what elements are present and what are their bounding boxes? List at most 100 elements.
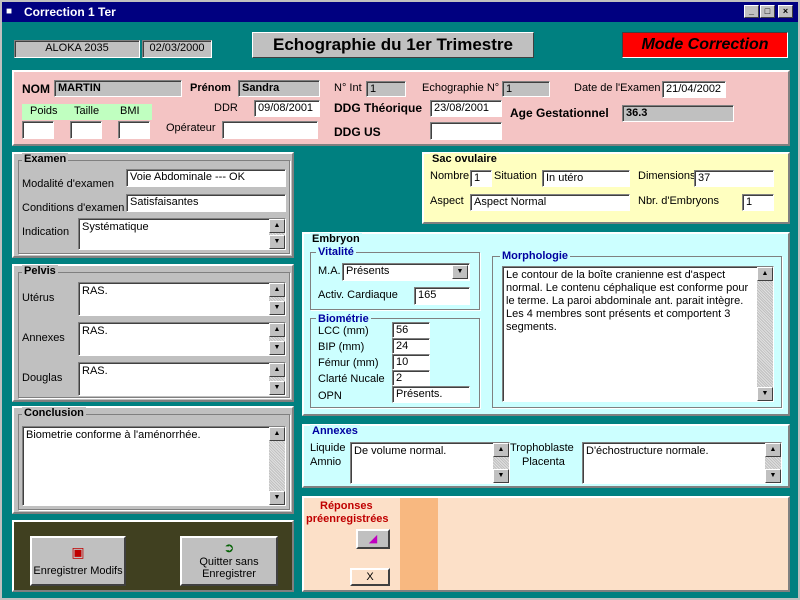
reponses-title-1: Réponses	[320, 500, 373, 512]
ddr-label: DDR	[214, 102, 238, 114]
douglas-text: RAS.	[82, 365, 108, 377]
scroll-down-icon[interactable]: ▼	[269, 235, 285, 249]
reponses-close-button[interactable]: X	[350, 568, 390, 586]
scroll-up-icon[interactable]: ▲	[269, 323, 285, 337]
exit-door-icon: ➲	[223, 540, 235, 555]
eraser-icon: ◢	[368, 533, 378, 545]
activ-label: Activ. Cardiaque	[318, 289, 398, 301]
scroll-up-icon[interactable]: ▲	[493, 443, 509, 457]
pelvis-title: Pelvis	[22, 265, 58, 277]
tropho-scrollbar[interactable]: ▲ ▼	[765, 443, 781, 483]
bip-field[interactable]: 24	[392, 338, 430, 354]
aspect-field[interactable]: Aspect Normal	[470, 194, 630, 211]
app-icon: ■	[6, 6, 13, 17]
nint-label: N° Int	[334, 82, 362, 94]
date-exam-label: Date de l'Examen	[574, 82, 661, 94]
date-exam-field[interactable]: 21/04/2002	[662, 81, 726, 98]
prenom-label: Prénom	[190, 82, 231, 94]
scroll-up-icon[interactable]: ▲	[757, 267, 773, 281]
conclusion-field[interactable]: Biometrie conforme à l'aménorrhée. ▲ ▼	[22, 426, 286, 506]
pelvis-annexes-label: Annexes	[22, 332, 65, 344]
minimize-button[interactable]: _	[744, 5, 759, 18]
nombre-field[interactable]: 1	[470, 170, 492, 187]
echo-number-field[interactable]: 1	[502, 81, 550, 97]
morphologie-scrollbar[interactable]: ▲ ▼	[757, 267, 773, 401]
ddg-us-field[interactable]	[430, 122, 502, 140]
scroll-down-icon[interactable]: ▼	[269, 341, 285, 355]
nom-field[interactable]: MARTIN	[54, 80, 182, 97]
scroll-up-icon[interactable]: ▲	[269, 219, 285, 233]
scroll-up-icon[interactable]: ▲	[269, 427, 285, 441]
reponses-list[interactable]	[440, 498, 788, 590]
modalite-field[interactable]: Voie Abdominale --- OK	[126, 169, 286, 187]
ddg-theo-field[interactable]: 23/08/2001	[430, 100, 502, 117]
nbr-embryons-label: Nbr. d'Embryons	[638, 195, 719, 207]
indication-text: Systématique	[82, 221, 149, 233]
ddg-us-label: DDG US	[334, 125, 381, 139]
indication-label: Indication	[22, 226, 70, 238]
prenom-field[interactable]: Sandra	[238, 80, 320, 97]
save-button[interactable]: ▣ Enregistrer Modifs	[30, 536, 126, 586]
liquide-scrollbar[interactable]: ▲ ▼	[493, 443, 509, 483]
scroll-up-icon[interactable]: ▲	[269, 363, 285, 377]
liquide-label: Liquide	[310, 442, 346, 454]
quit-button[interactable]: ➲ Quitter sans Enregistrer	[180, 536, 278, 586]
ddr-field[interactable]: 09/08/2001	[254, 100, 320, 117]
scroll-down-icon[interactable]: ▼	[269, 381, 285, 395]
taille-field[interactable]	[70, 121, 102, 139]
poids-field[interactable]	[22, 121, 54, 139]
bmi-field[interactable]	[118, 121, 150, 139]
vitalite-title: Vitalité	[316, 246, 356, 258]
scroll-down-icon[interactable]: ▼	[269, 301, 285, 315]
situation-field[interactable]: In utéro	[542, 170, 630, 187]
lcc-field[interactable]: 56	[392, 322, 430, 338]
uterus-scrollbar[interactable]: ▲ ▼	[269, 283, 285, 315]
conclusion-title: Conclusion	[22, 407, 86, 419]
scroll-up-icon[interactable]: ▲	[765, 443, 781, 457]
morphologie-field[interactable]: Le contour de la boîte cranienne est d'a…	[502, 266, 774, 402]
nbr-embryons-field[interactable]: 1	[742, 194, 774, 211]
pelvis-annexes-scrollbar[interactable]: ▲ ▼	[269, 323, 285, 355]
conditions-field[interactable]: Satisfaisantes	[126, 194, 286, 212]
tropho-field[interactable]: D'échostructure normale. ▲ ▼	[582, 442, 782, 484]
femur-field[interactable]: 10	[392, 354, 430, 370]
taille-label: Taille	[74, 105, 100, 117]
eraser-button[interactable]: ◢	[356, 529, 390, 549]
operateur-field[interactable]	[222, 121, 318, 139]
examen-title: Examen	[22, 153, 69, 165]
activ-field[interactable]: 165	[414, 287, 470, 305]
dropdown-arrow-icon[interactable]: ▼	[452, 265, 468, 279]
nint-field[interactable]: 1	[366, 81, 406, 97]
close-button[interactable]: ×	[778, 5, 793, 18]
tropho-label: Trophoblaste	[510, 442, 574, 454]
douglas-field[interactable]: RAS. ▲ ▼	[78, 362, 286, 396]
maximize-button[interactable]: □	[760, 5, 775, 18]
pelvis-annexes-field[interactable]: RAS. ▲ ▼	[78, 322, 286, 356]
indication-field[interactable]: Systématique ▲ ▼	[78, 218, 286, 250]
scroll-down-icon[interactable]: ▼	[269, 491, 285, 505]
uterus-label: Utérus	[22, 292, 55, 304]
embryon-title: Embryon	[310, 233, 362, 245]
conclusion-text: Biometrie conforme à l'aménorrhée.	[26, 429, 201, 441]
indication-scrollbar[interactable]: ▲ ▼	[269, 219, 285, 249]
liquide-field[interactable]: De volume normal. ▲ ▼	[350, 442, 510, 484]
scroll-down-icon[interactable]: ▼	[493, 469, 509, 483]
quit-label-1: Quitter sans	[199, 556, 259, 568]
scroll-down-icon[interactable]: ▼	[765, 469, 781, 483]
ma-select[interactable]: Présents ▼	[342, 263, 470, 281]
douglas-scrollbar[interactable]: ▲ ▼	[269, 363, 285, 395]
clarte-field[interactable]: 2	[392, 370, 430, 386]
uterus-field[interactable]: RAS. ▲ ▼	[78, 282, 286, 316]
scroll-down-icon[interactable]: ▼	[757, 387, 773, 401]
annexes-title: Annexes	[310, 425, 360, 437]
nombre-label: Nombre	[430, 170, 470, 182]
uterus-text: RAS.	[82, 285, 108, 297]
opn-field[interactable]: Présents.	[392, 386, 470, 403]
dimensions-field[interactable]: 37	[694, 170, 774, 187]
douglas-label: Douglas	[22, 372, 63, 384]
age-gest-field: 36.3	[622, 105, 734, 122]
scroll-up-icon[interactable]: ▲	[269, 283, 285, 297]
quit-label-2: Enregistrer	[202, 568, 256, 580]
header-date-field: 02/03/2000	[142, 40, 212, 58]
conclusion-scrollbar[interactable]: ▲ ▼	[269, 427, 285, 505]
